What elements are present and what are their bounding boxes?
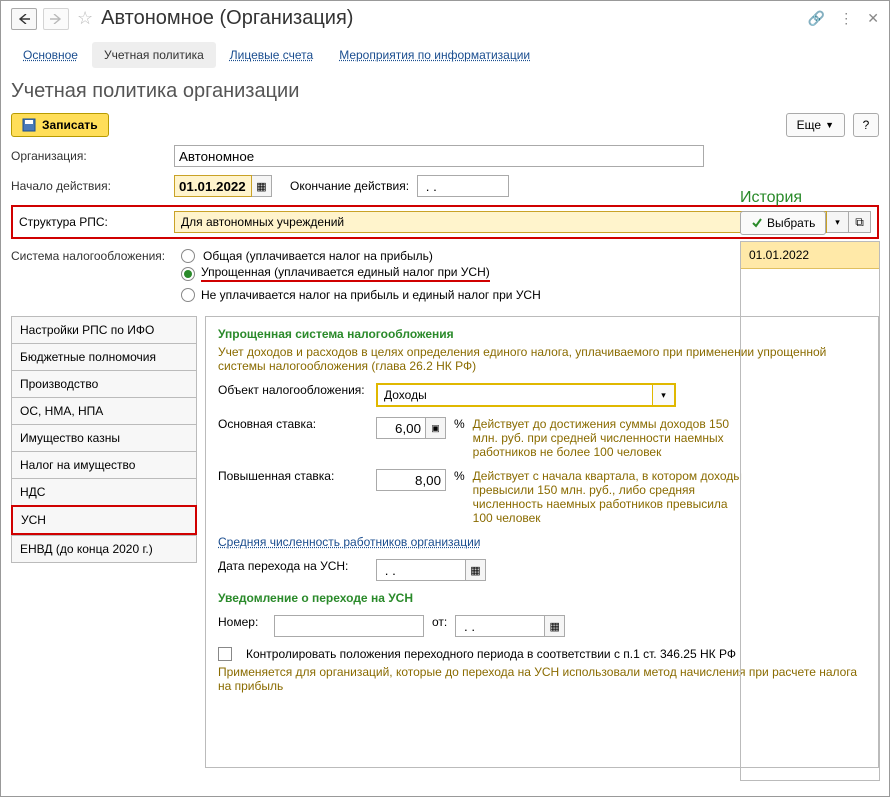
history-list[interactable]: 01.01.2022: [740, 241, 880, 781]
base-rate-input[interactable]: [376, 417, 426, 439]
tax-object-dropdown-btn[interactable]: ▾: [652, 385, 674, 405]
rps-value[interactable]: Для автономных учреждений: [174, 211, 827, 233]
usn-date-input[interactable]: [376, 559, 466, 581]
tax-radio-none[interactable]: [181, 288, 195, 302]
window-title: Автономное (Организация): [101, 7, 802, 30]
end-label: Окончание действия:: [290, 179, 409, 193]
tax-object-value: Доходы: [378, 385, 652, 405]
close-icon[interactable]: ✕: [867, 10, 879, 27]
tax-option-usn: Упрощенная (уплачивается единый налог пр…: [201, 265, 490, 282]
ot-label: от:: [432, 615, 447, 629]
toolbar: Записать Еще ▼ ?: [1, 113, 889, 145]
help-button[interactable]: ?: [853, 113, 879, 137]
tab-accounting-policy[interactable]: Учетная политика: [92, 42, 216, 68]
base-rate-step[interactable]: ▣: [426, 417, 446, 439]
base-rate-label: Основная ставка:: [218, 417, 368, 431]
nav-budget[interactable]: Бюджетные полномочия: [11, 343, 197, 370]
tax-option-general: Общая (уплачивается налог на прибыль): [203, 249, 433, 263]
save-button[interactable]: Записать: [11, 113, 109, 137]
notice-date-input[interactable]: [455, 615, 545, 637]
tab-informatization[interactable]: Мероприятия по информатизации: [327, 42, 542, 68]
usn-date-label: Дата перехода на УСН:: [218, 559, 368, 573]
tax-radio-usn[interactable]: [181, 267, 195, 281]
chevron-down-icon: ▾: [661, 390, 666, 401]
tabs: Основное Учетная политика Лицевые счета …: [1, 42, 889, 68]
percent-sign: %: [454, 417, 465, 431]
more-button[interactable]: Еще ▼: [786, 113, 845, 137]
avg-headcount-link[interactable]: Средняя численность работников организац…: [218, 535, 481, 549]
percent-sign: %: [454, 469, 465, 483]
history-panel: История Выбрать 01.01.2022: [740, 189, 880, 781]
notice-title: Уведомление о переходе на УСН: [218, 591, 413, 605]
calendar-icon[interactable]: ▦: [252, 175, 272, 197]
nav-rps-ifo[interactable]: Настройки РПС по ИФО: [11, 316, 197, 343]
tax-object-select[interactable]: Доходы ▾: [376, 383, 676, 407]
more-vert-icon[interactable]: ⋮: [839, 10, 853, 27]
page-heading: Учетная политика организации: [1, 68, 889, 113]
history-title: История: [740, 189, 880, 207]
tab-accounts[interactable]: Лицевые счета: [218, 42, 325, 68]
nav-production[interactable]: Производство: [11, 370, 197, 397]
chevron-down-icon: ▼: [825, 120, 834, 130]
nav-usn[interactable]: УСН: [11, 505, 197, 535]
titlebar: ☆ Автономное (Организация) 🔗 ⋮ ✕: [1, 1, 889, 36]
history-item[interactable]: 01.01.2022: [741, 242, 879, 269]
base-rate-hint: Действует до достижения суммы доходов 15…: [473, 417, 743, 459]
rps-label: Структура РПС:: [19, 215, 166, 229]
nav-os-nma[interactable]: ОС, НМА, НПА: [11, 397, 197, 424]
nav-treasury[interactable]: Имущество казны: [11, 424, 197, 451]
calendar-icon[interactable]: ▦: [466, 559, 486, 581]
link-icon[interactable]: 🔗: [808, 10, 825, 27]
history-select-label: Выбрать: [767, 216, 815, 230]
side-nav: Настройки РПС по ИФО Бюджетные полномочи…: [11, 316, 197, 768]
arrow-left-icon: [18, 14, 30, 24]
tax-option-none: Не уплачивается налог на прибыль и едины…: [201, 288, 541, 302]
start-label: Начало действия:: [11, 179, 166, 193]
transition-checkbox[interactable]: [218, 647, 232, 661]
high-rate-hint: Действует с начала квартала, в котором д…: [473, 469, 743, 525]
save-label: Записать: [42, 118, 98, 132]
check-icon: [751, 217, 763, 229]
tab-main[interactable]: Основное: [11, 42, 90, 68]
notice-number-input[interactable]: [274, 615, 424, 637]
more-label: Еще: [797, 118, 821, 132]
nav-vat[interactable]: НДС: [11, 478, 197, 505]
tax-radio-general[interactable]: [181, 249, 195, 263]
back-button[interactable]: [11, 8, 37, 30]
arrow-right-icon: [50, 14, 62, 24]
nav-envd[interactable]: ЕНВД (до конца 2020 г.): [11, 535, 197, 563]
floppy-icon: [22, 118, 36, 132]
obj-label: Объект налогообложения:: [218, 383, 368, 397]
history-select-button[interactable]: Выбрать: [740, 211, 826, 235]
org-input[interactable]: [174, 145, 704, 167]
tax-system-label: Система налогообложения:: [11, 249, 173, 263]
start-date-input[interactable]: [174, 175, 252, 197]
high-rate-input[interactable]: [376, 469, 446, 491]
favorite-star-icon[interactable]: ☆: [77, 8, 93, 29]
end-date-input[interactable]: [417, 175, 509, 197]
nav-property-tax[interactable]: Налог на имущество: [11, 451, 197, 478]
org-label: Организация:: [11, 149, 166, 163]
calendar-icon[interactable]: ▦: [545, 615, 565, 637]
forward-button[interactable]: [43, 8, 69, 30]
high-rate-label: Повышенная ставка:: [218, 469, 368, 483]
number-label: Номер:: [218, 615, 266, 629]
